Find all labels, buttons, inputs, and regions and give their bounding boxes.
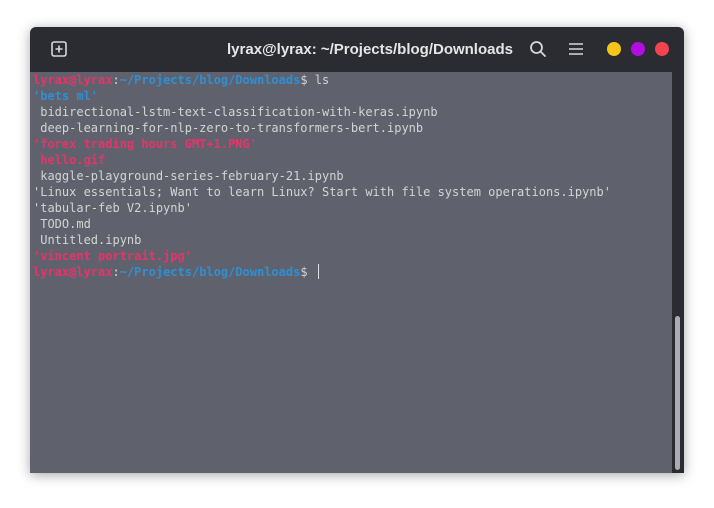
close-button[interactable]	[655, 42, 669, 56]
prompt-path: ~/Projects/blog/Downloads	[119, 73, 301, 87]
menu-button[interactable]	[567, 40, 585, 58]
plus-square-icon	[51, 41, 67, 57]
listing-entry: 'Linux essentials; Want to learn Linux? …	[33, 185, 611, 199]
prompt-user: lyrax@lyrax	[33, 73, 113, 87]
search-button[interactable]	[528, 39, 548, 59]
prompt-colon: :	[112, 265, 120, 279]
listing-entry: 'bets ml'	[33, 89, 99, 103]
hamburger-icon	[569, 43, 583, 55]
terminal-output[interactable]: lyrax@lyrax:~/Projects/blog/Downloads$ l…	[30, 72, 672, 473]
listing-entry: 'forex trading hours GMT+1.PNG'	[33, 137, 257, 151]
prompt-colon: :	[112, 73, 120, 87]
listing-entry: hello.gif	[33, 153, 106, 167]
maximize-button[interactable]	[631, 42, 645, 56]
vertical-scrollbar[interactable]	[672, 72, 684, 473]
listing-entry: bidirectional-lstm-text-classification-w…	[33, 105, 438, 119]
prompt-dollar: $	[300, 265, 315, 279]
terminal-window: lyrax@lyrax: ~/Projects/blog/Downloads l…	[30, 27, 684, 473]
new-tab-button[interactable]	[50, 40, 68, 58]
listing-entry: deep-learning-for-nlp-zero-to-transforme…	[33, 121, 424, 135]
scrollbar-thumb[interactable]	[675, 316, 680, 470]
title-bar[interactable]: lyrax@lyrax: ~/Projects/blog/Downloads	[30, 27, 684, 72]
prompt-line[interactable]: lyrax@lyrax:~/Projects/blog/Downloads$	[33, 264, 319, 280]
prompt-line: lyrax@lyrax:~/Projects/blog/Downloads$ l…	[33, 72, 329, 88]
prompt-path: ~/Projects/blog/Downloads	[119, 265, 301, 279]
text-cursor	[317, 264, 319, 279]
listing-entry: 'tabular-feb V2.ipynb'	[33, 201, 192, 215]
listing-entry: TODO.md	[33, 217, 91, 231]
prompt-dollar: $	[300, 73, 315, 87]
window-title: lyrax@lyrax: ~/Projects/blog/Downloads	[227, 41, 513, 58]
listing-entry: 'vincent portrait.jpg'	[33, 249, 192, 263]
minimize-button[interactable]	[607, 42, 621, 56]
magnifier-icon	[530, 41, 546, 57]
listing-entry: kaggle-playground-series-february-21.ipy…	[33, 169, 344, 183]
prompt-user: lyrax@lyrax	[33, 265, 113, 279]
command-text: ls	[314, 73, 330, 87]
listing-entry: Untitled.ipynb	[33, 233, 142, 247]
